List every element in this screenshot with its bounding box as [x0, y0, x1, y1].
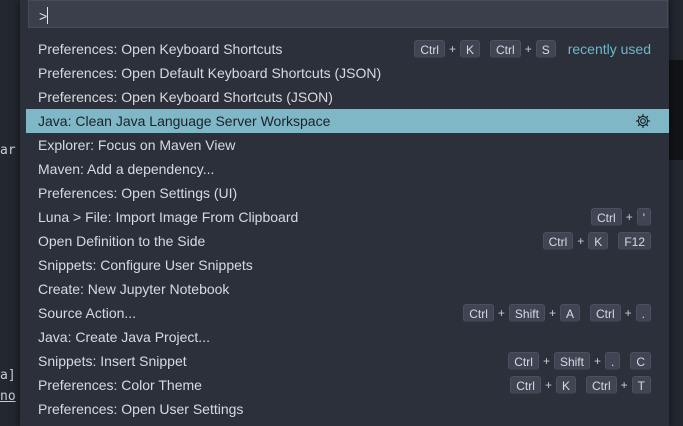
- command-item[interactable]: Snippets: Insert Snippet Ctrl + Shift +. C: [20, 349, 669, 373]
- command-item[interactable]: Preferences: Open Keyboard Shortcuts (JS…: [20, 85, 669, 109]
- keybinding: Ctrl + Shift + A Ctrl +.: [463, 304, 651, 322]
- command-label: Preferences: Open Default Keyboard Short…: [38, 65, 382, 81]
- command-input-box[interactable]: [28, 0, 668, 28]
- command-label: Explorer: Focus on Maven View: [38, 137, 236, 153]
- key-cap: C: [630, 352, 651, 370]
- key-cap: A: [559, 304, 580, 322]
- keybinding: Ctrl + ': [591, 208, 651, 226]
- command-label: Open Definition to the Side: [38, 233, 206, 249]
- key-cap: Ctrl: [414, 40, 445, 58]
- command-label: Preferences: Open Keyboard Shortcuts (JS…: [38, 89, 333, 105]
- command-label: Maven: Add a dependency...: [38, 161, 215, 177]
- recently-used-badge: recently used: [567, 41, 651, 57]
- command-item[interactable]: Preferences: Open Default Keyboard Short…: [20, 61, 669, 85]
- key-cap: Ctrl: [542, 232, 574, 250]
- key-cap: Ctrl: [510, 376, 541, 394]
- key-cap: Ctrl: [490, 40, 521, 58]
- keybinding: Ctrl + K Ctrl + T: [510, 376, 651, 394]
- key-cap: .: [635, 304, 651, 322]
- key-cap: T: [631, 376, 651, 394]
- command-item[interactable]: Maven: Add a dependency...: [20, 157, 669, 181]
- editor-right-gutter: [669, 0, 683, 426]
- editor-left-gutter: [0, 0, 20, 426]
- command-label: Preferences: Open Keyboard Shortcuts: [38, 41, 283, 57]
- command-label: Create: New Jupyter Notebook: [38, 281, 230, 297]
- background-text: ar: [0, 143, 16, 158]
- command-item[interactable]: Java: Create Java Project...: [20, 325, 669, 349]
- command-input[interactable]: [37, 5, 641, 27]
- command-item[interactable]: Preferences: Open Settings (UI): [20, 181, 669, 205]
- key-cap: Shift: [553, 352, 590, 370]
- command-item[interactable]: Create: New Jupyter Notebook: [20, 277, 669, 301]
- command-item[interactable]: Source Action... Ctrl + Shift + A Ctrl +.: [20, 301, 669, 325]
- key-cap: Ctrl: [585, 376, 617, 394]
- background-text: no: [0, 389, 16, 404]
- command-label: Java: Clean Java Language Server Workspa…: [38, 113, 331, 129]
- key-cap: Ctrl: [589, 304, 621, 322]
- command-item[interactable]: Java: Clean Java Language Server Workspa…: [26, 109, 669, 133]
- key-cap: K: [588, 232, 609, 250]
- key-cap: Ctrl: [463, 304, 494, 322]
- command-label: Preferences: Open User Settings: [38, 401, 244, 417]
- command-label: Luna > File: Import Image From Clipboard: [38, 209, 299, 225]
- command-label: Preferences: Open Settings (UI): [38, 185, 238, 201]
- command-item[interactable]: Luna > File: Import Image From Clipboard…: [20, 205, 669, 229]
- key-cap: S: [535, 40, 556, 58]
- key-cap: F12: [618, 232, 651, 250]
- command-list: Preferences: Open Keyboard Shortcuts Ctrl…: [20, 37, 669, 421]
- command-item[interactable]: Open Definition to the Side Ctrl + K F12: [20, 229, 669, 253]
- command-palette: Preferences: Open Keyboard Shortcuts Ctrl…: [20, 0, 669, 426]
- command-item[interactable]: Preferences: Open User Settings: [20, 397, 669, 421]
- command-label: Source Action...: [38, 305, 137, 321]
- keybinding: Ctrl + K Ctrl + S: [414, 40, 556, 58]
- command-label: Preferences: Color Theme: [38, 377, 202, 393]
- key-cap: Shift: [508, 304, 545, 322]
- keybinding: Ctrl + Shift +. C: [508, 352, 651, 370]
- key-cap: Ctrl: [508, 352, 539, 370]
- text-cursor: [47, 7, 48, 24]
- key-cap: .: [604, 352, 621, 370]
- background-text: a]: [0, 368, 16, 383]
- command-item[interactable]: Explorer: Focus on Maven View: [20, 133, 669, 157]
- key-cap: K: [460, 40, 481, 58]
- command-label: Snippets: Insert Snippet: [38, 353, 187, 369]
- key-cap: Ctrl: [591, 208, 622, 226]
- key-cap: K: [555, 376, 576, 394]
- keybinding: Ctrl + K F12: [542, 232, 651, 250]
- command-label: Snippets: Configure User Snippets: [38, 257, 253, 273]
- command-item[interactable]: Snippets: Configure User Snippets: [20, 253, 669, 277]
- key-cap: ': [636, 208, 651, 226]
- command-item[interactable]: Preferences: Color Theme Ctrl + K Ctrl + T: [20, 373, 669, 397]
- gear-icon[interactable]: [635, 113, 651, 129]
- command-label: Java: Create Java Project...: [38, 329, 210, 345]
- command-item[interactable]: Preferences: Open Keyboard Shortcuts Ctrl…: [20, 37, 669, 61]
